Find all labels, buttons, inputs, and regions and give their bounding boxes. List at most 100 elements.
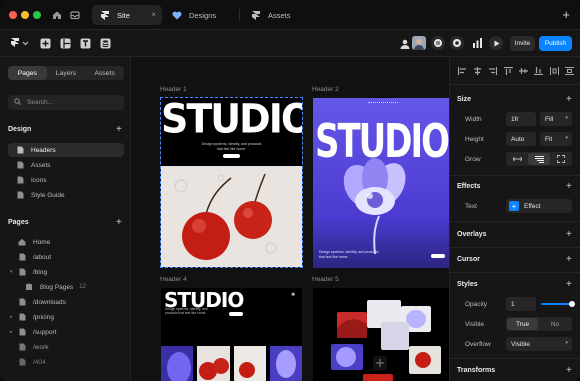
chevron-down-icon: ▾	[565, 135, 568, 141]
analytics-icon[interactable]	[470, 36, 484, 50]
invite-button[interactable]: Invite	[510, 36, 535, 51]
visible-true-option[interactable]: True	[507, 318, 538, 330]
page-icon	[16, 161, 24, 169]
opacity-slider-thumb[interactable]	[569, 301, 575, 307]
cursor-section-title: Cursor	[457, 256, 480, 263]
tab-designs[interactable]: Designs	[164, 5, 234, 25]
frame-label[interactable]: Header 2	[312, 86, 339, 93]
page-item-pricing[interactable]: ▸ /pricing	[8, 310, 124, 324]
tab-label: Assets	[268, 10, 291, 20]
width-label: Width	[465, 116, 482, 123]
design-item-style-guide[interactable]: Style Guide	[8, 188, 124, 202]
frame-label[interactable]: Header 5	[312, 276, 339, 283]
opacity-input[interactable]: 1	[506, 297, 536, 311]
header-5-frame[interactable]	[313, 288, 449, 381]
add-overlay-button[interactable]: +	[566, 230, 572, 240]
page-item-support[interactable]: ▸ /support	[8, 325, 124, 339]
minimize-window-button[interactable]	[21, 11, 29, 19]
visible-label: Visible	[465, 321, 485, 328]
layout-icon[interactable]	[59, 37, 72, 50]
effect-button[interactable]: + Effect	[506, 199, 572, 213]
height-mode-select[interactable]: Fit ▾	[540, 132, 572, 146]
nav-links[interactable]	[368, 102, 398, 104]
add-transform-button[interactable]: +	[566, 366, 572, 376]
header-4-frame[interactable]: STUDIO ✺ Design systems, identify, and p…	[161, 288, 302, 381]
tab-assets[interactable]: Assets	[243, 5, 313, 25]
tab-assets[interactable]: Assets	[85, 66, 124, 80]
page-item-downloads[interactable]: /downloads	[8, 295, 124, 309]
design-item-headers[interactable]: Headers	[8, 143, 124, 157]
maximize-window-button[interactable]	[33, 11, 41, 19]
distribute-vertical-icon[interactable]	[565, 67, 574, 75]
page-item-blog-pages[interactable]: Blog Pages 12	[8, 280, 124, 294]
cms-icon[interactable]	[99, 37, 112, 50]
record-icon[interactable]	[450, 36, 464, 50]
tab-pages[interactable]: Pages	[8, 66, 47, 80]
tab-layers[interactable]: Layers	[47, 66, 86, 80]
preview-icon[interactable]	[431, 36, 445, 50]
width-input[interactable]: 1fr	[506, 112, 536, 126]
chevron-right-icon[interactable]: ▸	[10, 314, 16, 320]
header-1-frame[interactable]: STUDIO Design systems, identify, and pro…	[160, 97, 303, 268]
page-icon	[18, 268, 26, 276]
width-mode-select[interactable]: Fill ▾	[540, 112, 572, 126]
align-bottom-icon[interactable]	[534, 67, 543, 75]
canvas[interactable]: Header 1 STUDIO Design systems, identify…	[131, 57, 449, 381]
play-icon[interactable]	[489, 36, 503, 50]
opacity-slider[interactable]	[541, 301, 575, 307]
hero-cta[interactable]	[229, 312, 243, 316]
align-right-icon[interactable]	[488, 67, 497, 75]
add-page-button[interactable]: +	[116, 218, 122, 228]
design-section-title: Design	[8, 126, 32, 133]
hero-caption: Design systems, identify, and products t…	[165, 307, 208, 316]
page-item-about[interactable]: /about	[8, 250, 124, 264]
close-window-button[interactable]	[9, 11, 17, 19]
text-icon[interactable]	[79, 37, 92, 50]
grow-expand-icon[interactable]	[550, 152, 572, 166]
page-item-home[interactable]: Home	[8, 235, 124, 249]
page-icon	[16, 176, 24, 184]
align-top-icon[interactable]	[504, 67, 513, 75]
publish-button[interactable]: Publish	[539, 36, 572, 51]
framer-menu-button[interactable]	[9, 37, 31, 50]
avatar[interactable]	[412, 36, 426, 50]
frame-label[interactable]: Header 1	[160, 86, 187, 93]
visible-false-option[interactable]: No	[539, 318, 571, 330]
frame-label[interactable]: Header 4	[160, 276, 187, 283]
search-icon	[14, 98, 21, 107]
add-effect-icon: +	[509, 201, 519, 211]
add-cursor-button[interactable]: +	[566, 255, 572, 265]
hero-cta[interactable]	[431, 254, 445, 258]
tab-site[interactable]: Site ×	[92, 5, 162, 25]
home-icon[interactable]	[51, 9, 63, 21]
height-input[interactable]: Auto	[506, 132, 536, 146]
page-item-blog[interactable]: ▾ /blog	[8, 265, 124, 279]
add-effect-button[interactable]: +	[566, 182, 572, 192]
grow-horizontal-icon[interactable]	[506, 152, 528, 166]
search-input[interactable]: Search...	[8, 95, 124, 110]
tab-divider	[239, 9, 240, 21]
align-center-v-icon[interactable]	[519, 67, 528, 75]
new-tab-button[interactable]: +	[562, 8, 570, 21]
grow-fill-icon[interactable]	[528, 153, 550, 165]
add-design-button[interactable]: +	[116, 125, 122, 135]
overflow-select[interactable]: Visible ▾	[506, 337, 572, 351]
chevron-down-icon[interactable]: ▾	[10, 269, 16, 275]
chevron-right-icon[interactable]: ▸	[10, 329, 16, 335]
add-size-button[interactable]: +	[566, 95, 572, 105]
align-center-h-icon[interactable]	[473, 67, 482, 75]
insert-icon[interactable]	[39, 37, 52, 50]
design-item-icons[interactable]: Icons	[8, 173, 124, 187]
framer-logo-icon	[100, 10, 110, 20]
align-left-icon[interactable]	[458, 67, 467, 75]
close-tab-icon[interactable]: ×	[151, 10, 156, 19]
user-icon[interactable]	[398, 37, 412, 50]
add-style-button[interactable]: +	[566, 280, 572, 290]
distribute-horizontal-icon[interactable]	[550, 67, 559, 75]
inbox-icon[interactable]	[69, 9, 81, 21]
design-item-assets[interactable]: Assets	[8, 158, 124, 172]
page-item-work[interactable]: /work	[8, 340, 124, 354]
hero-cta[interactable]	[223, 154, 240, 158]
page-item-404[interactable]: /404	[8, 355, 124, 369]
header-2-frame[interactable]: STUDIO Design systems, identify, and pro…	[313, 98, 449, 268]
